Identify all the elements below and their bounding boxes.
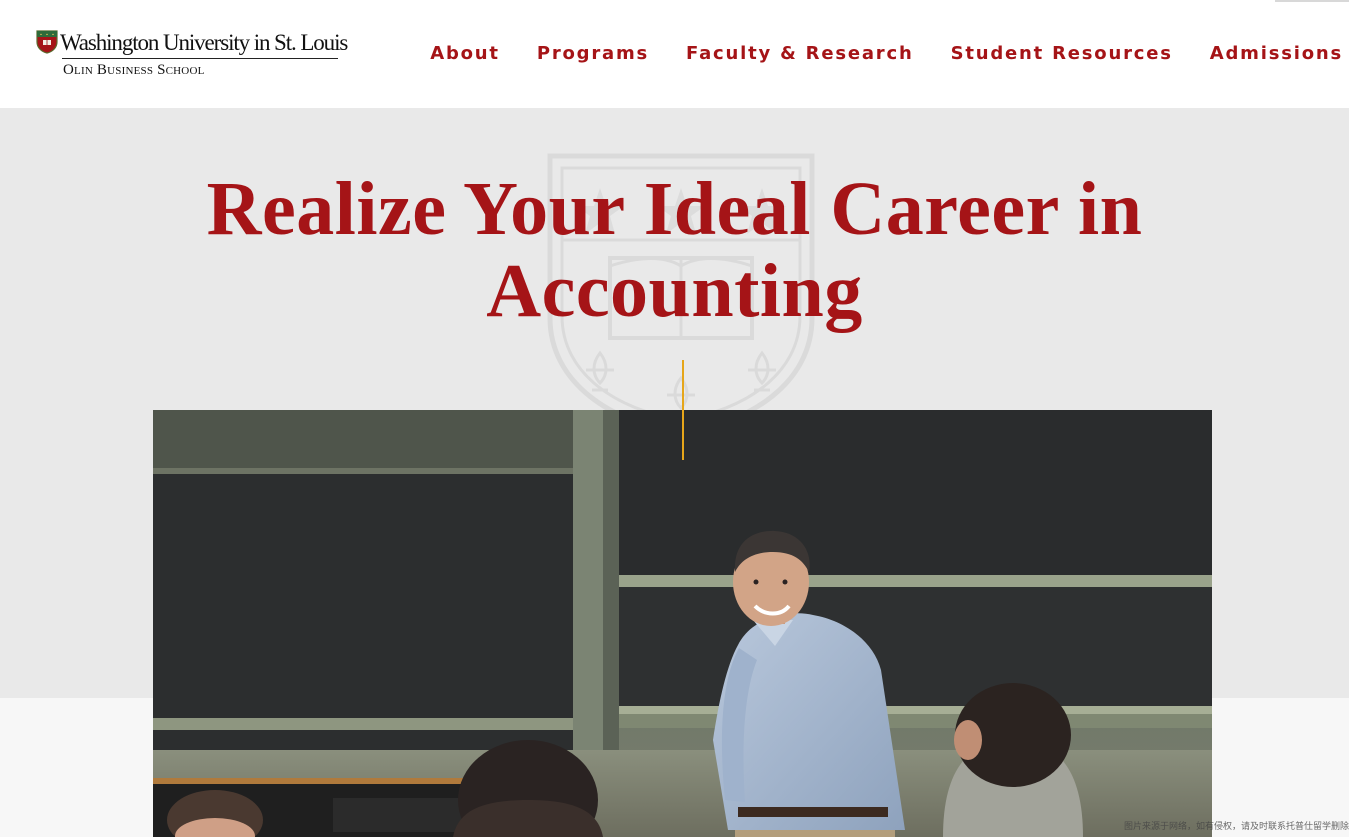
page-title: Realize Your Ideal Career in Accounting [206, 167, 1143, 333]
university-name: Washington University in St. Louis [60, 30, 348, 55]
nav-about[interactable]: About [430, 36, 500, 72]
classroom-photo-illustration [153, 410, 1212, 837]
site-logo[interactable]: Washington University in St. Louis Olin … [36, 28, 348, 80]
logo-rule [62, 58, 338, 59]
crest-icon [36, 30, 58, 54]
hero-photo [153, 410, 1212, 837]
top-right-divider [1275, 0, 1349, 2]
image-credit: 图片来源于网络，如有侵权，请及时联系托普仕留学删除 [1123, 822, 1349, 832]
nav-faculty-research[interactable]: Faculty & Research [686, 36, 914, 72]
school-name: Olin Business School [63, 62, 205, 78]
nav-programs[interactable]: Programs [537, 36, 649, 72]
gold-accent-line [682, 360, 684, 460]
nav-student-resources[interactable]: Student Resources [951, 36, 1173, 72]
site-header: Washington University in St. Louis Olin … [0, 0, 1349, 108]
main-nav: About Programs Faculty & Research Studen… [430, 36, 1343, 72]
nav-admissions[interactable]: Admissions [1210, 36, 1343, 72]
